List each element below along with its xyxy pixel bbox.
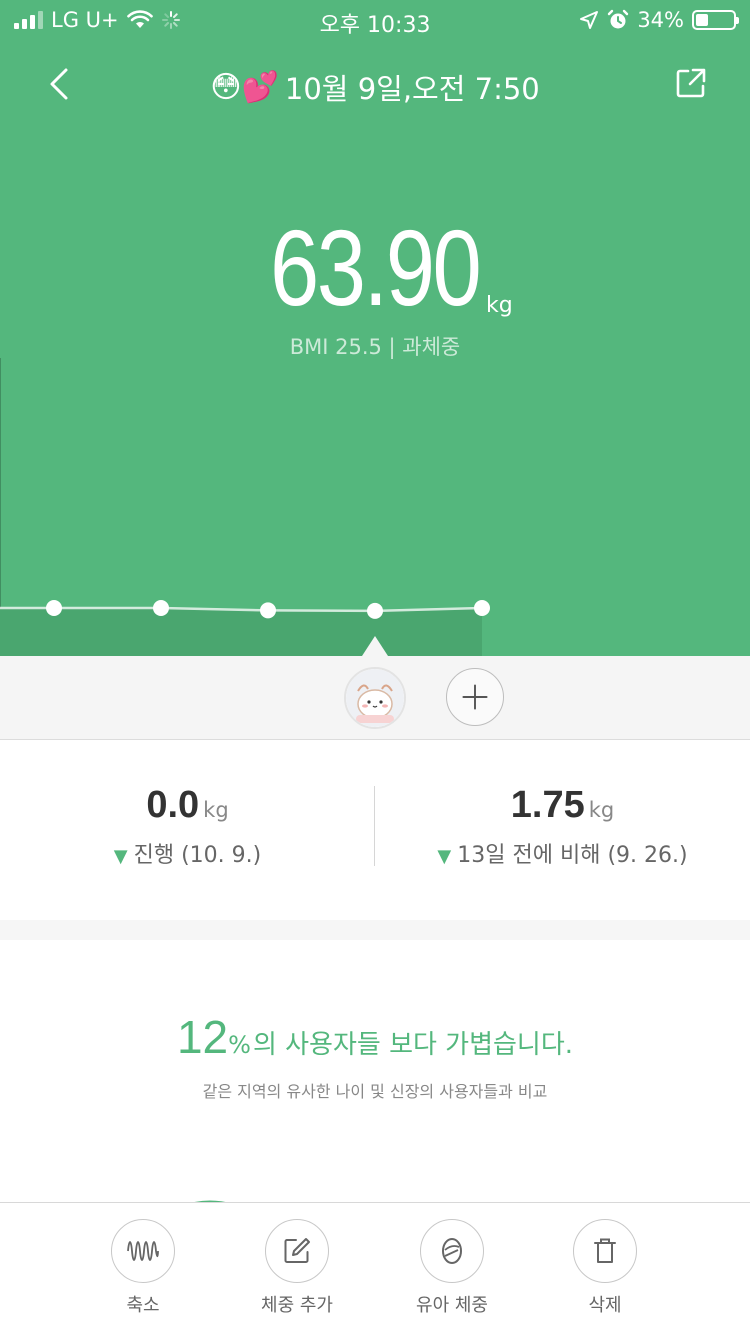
location-arrow-icon — [580, 11, 599, 29]
stat-progress: 0.0 kg ▼ 진행 (10. 9.) — [0, 784, 375, 869]
trend-point[interactable] — [367, 602, 383, 619]
user-avatar[interactable] — [344, 667, 406, 729]
waveform-icon — [127, 1241, 159, 1261]
weight-unit: kg — [486, 293, 513, 318]
share-button[interactable] — [674, 66, 708, 100]
tool-circle — [265, 1219, 329, 1283]
comparison-text: 의 사용자들 보다 가볍습니다. — [252, 1030, 574, 1060]
tool-circle — [573, 1219, 637, 1283]
user-avatar-icon — [346, 669, 404, 727]
stat-comparison: 1.75 kg ▼ 13일 전에 비해 (9. 26.) — [375, 784, 750, 869]
trend-point[interactable] — [46, 600, 62, 616]
add-user-button[interactable] — [446, 668, 504, 726]
bottom-toolbar: 축소 체중 추가 유아 체중 삭제 — [0, 1202, 750, 1334]
comparison-percent: 12 — [176, 1011, 229, 1063]
tool-label: 삭제 — [588, 1295, 622, 1316]
alarm-icon — [608, 9, 629, 29]
baby-icon — [442, 1238, 462, 1264]
chart-edge-line — [0, 358, 1, 608]
stat-progress-caption: 진행 (10. 9.) — [133, 843, 262, 868]
weight-display: 63.90 kg — [0, 205, 750, 330]
edit-icon — [284, 1238, 310, 1263]
down-triangle-icon: ▼ — [437, 846, 452, 867]
weight-value: 63.90 — [270, 207, 482, 328]
tool-label: 체중 추가 — [261, 1295, 333, 1316]
comparison-subtext: 같은 지역의 유사한 나이 및 신장의 사용자들과 비교 — [202, 1082, 548, 1101]
app-header: 😳💕 10월 9일,오전 7:50 — [0, 52, 750, 116]
comparison-percent-sign: % — [228, 1031, 251, 1059]
section-divider — [0, 920, 750, 940]
user-selector — [0, 656, 750, 740]
user-comparison: 12%의 사용자들 보다 가볍습니다. 같은 지역의 유사한 나이 및 신장의 … — [0, 1010, 750, 1102]
tool-circle — [420, 1219, 484, 1283]
baby-weight-button[interactable]: 유아 체중 — [397, 1219, 507, 1317]
trend-point[interactable] — [153, 600, 169, 616]
stat-comparison-value: 1.75 — [510, 784, 585, 826]
weight-change-stats: 0.0 kg ▼ 진행 (10. 9.) 1.75 kg ▼ 13일 전에 비해 (9.… — [0, 740, 750, 920]
battery-percent: 34% — [637, 8, 684, 32]
tool-label: 유아 체중 — [416, 1295, 488, 1316]
weight-trend-chart[interactable] — [0, 590, 750, 656]
trend-area — [0, 608, 482, 656]
trash-icon — [594, 1238, 616, 1263]
title-emojis: 😳💕 — [210, 69, 279, 105]
battery-fill — [696, 14, 709, 26]
add-weight-button[interactable]: 체중 추가 — [242, 1219, 352, 1317]
status-right: 34% — [579, 8, 739, 32]
trend-point[interactable] — [260, 602, 276, 619]
bmi-status: BMI 25.5 | 과체중 — [289, 335, 461, 359]
title-datetime: 10월 9일,오전 7:50 — [284, 72, 540, 106]
trend-point[interactable] — [474, 600, 490, 616]
stat-progress-unit: kg — [203, 798, 229, 822]
status-bar: LG U+ 오후 10:33 34% — [0, 0, 750, 40]
tool-circle — [111, 1219, 175, 1283]
battery-icon — [692, 10, 739, 30]
shrink-button[interactable]: 축소 — [88, 1219, 198, 1317]
tool-label: 축소 — [126, 1295, 160, 1316]
page-title: 😳💕 10월 9일,오전 7:50 — [0, 66, 750, 108]
stat-comparison-unit: kg — [588, 798, 615, 822]
down-triangle-icon: ▼ — [113, 846, 128, 867]
stat-comparison-caption: 13일 전에 비해 (9. 26.) — [457, 843, 688, 868]
delete-button[interactable]: 삭제 — [550, 1219, 660, 1317]
stat-progress-value: 0.0 — [146, 784, 200, 826]
